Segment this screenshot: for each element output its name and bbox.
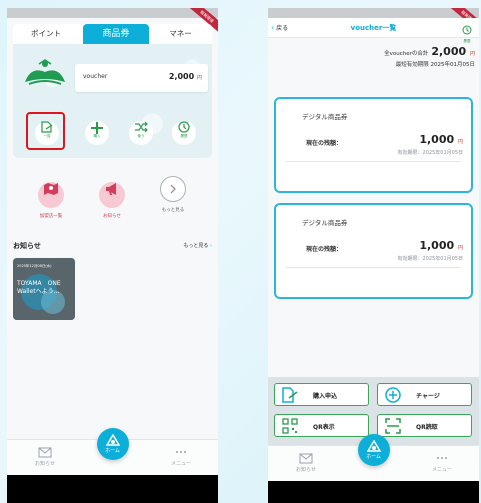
news-section-header: お知らせ もっと見る › xyxy=(13,241,212,253)
history-icon xyxy=(462,25,472,35)
voucher-expiry: 有効期限：2025年01月05日 xyxy=(397,150,463,156)
more-dots-icon xyxy=(437,457,447,459)
balance-amount: 1,000 円 xyxy=(419,239,463,252)
tab-menu[interactable]: メニュー xyxy=(416,452,468,473)
total-summary: 全voucherの合計 2,000 円 最短有効期限 2025年01月05日 xyxy=(384,45,475,68)
page-title: voucher一覧 xyxy=(350,24,397,32)
use-label: 使う xyxy=(137,134,145,138)
chevron-right-icon xyxy=(170,184,176,194)
balance-amount: 1,000 円 xyxy=(419,133,463,146)
qr-scan-button[interactable]: QR読取 xyxy=(377,414,472,437)
voucher-expiry: 有効期限：2025年01月05日 xyxy=(397,256,463,262)
more-link[interactable]: もっと見る xyxy=(151,176,195,213)
voucher-card[interactable]: デジタル商品券 現在の残額： 1,000 円 有効期限：2025年01月05日 xyxy=(274,203,473,299)
status-bar xyxy=(268,8,479,18)
bottom-tab-bar: お知らせ ホーム メニュー xyxy=(7,428,218,477)
divider xyxy=(286,161,461,162)
history-button[interactable]: 履歴 xyxy=(459,20,475,44)
voucher-balance-card[interactable]: voucher 2,000 円 xyxy=(75,64,208,92)
home-screen: 開発環境 ポイント 商品券 マネー voucher 2,000 円 一覧 購入 xyxy=(7,8,218,503)
voucher-card[interactable]: デジタル商品券 現在の残額： 1,000 円 有効期限：2025年01月05日 xyxy=(274,97,473,193)
history-icon xyxy=(178,121,190,133)
store-list-label: 加盟店一覧 xyxy=(39,214,63,219)
tab-notices[interactable]: お知らせ xyxy=(280,452,332,473)
use-button[interactable]: 使う xyxy=(129,117,153,145)
voucher-amount: 2,000 円 xyxy=(168,72,202,81)
tab-money[interactable]: マネー xyxy=(149,24,212,44)
tab-notices[interactable]: お知らせ xyxy=(19,446,71,467)
news-title: TOYAMA ONE Walletへよう… xyxy=(17,280,61,295)
tab-home[interactable]: ホーム xyxy=(357,434,390,466)
map-store-icon xyxy=(44,183,58,195)
earliest-expiry: 最短有効期限 2025年01月05日 xyxy=(395,62,475,68)
mail-icon xyxy=(38,447,52,458)
status-bar xyxy=(7,8,218,18)
header-bar: ‹ 戻る voucher一覧 履歴 xyxy=(268,18,479,43)
notices-label: お知らせ xyxy=(103,214,121,219)
news-section-title: お知らせ xyxy=(13,242,41,250)
system-nav-bar xyxy=(268,481,479,503)
divider xyxy=(286,267,461,268)
home-logo-icon xyxy=(366,440,381,452)
home-logo-icon xyxy=(105,434,120,446)
plus-icon xyxy=(91,122,103,134)
news-more-link[interactable]: もっと見る › xyxy=(183,242,212,249)
qr-scan-icon xyxy=(385,418,401,434)
shuffle-icon xyxy=(135,121,148,133)
more-dots-icon xyxy=(176,451,186,453)
more-label: もっと見る xyxy=(161,208,185,213)
list-highlight-box xyxy=(26,112,65,150)
wallet-tabs: ポイント 商品券 マネー xyxy=(13,24,212,44)
notices-link[interactable]: お知らせ xyxy=(90,176,134,219)
tab-points[interactable]: ポイント xyxy=(13,24,79,44)
history-label: 履歴 xyxy=(180,134,188,138)
voucher-label: voucher xyxy=(83,73,108,80)
megaphone-icon xyxy=(106,183,116,195)
voucher-list-screen: 開発環境 ‹ 戻る voucher一覧 履歴 全voucherの合計 2,000 … xyxy=(268,8,479,503)
plus-circle-icon xyxy=(385,387,401,403)
news-date: 2025年12月08日(水) xyxy=(17,264,52,268)
news-card[interactable]: 2025年12月08日(水) TOYAMA ONE Walletへよう… xyxy=(13,258,75,320)
voucher-name: デジタル商品券 xyxy=(302,219,348,227)
balance-label: 現在の残額： xyxy=(306,246,343,253)
purchase-button[interactable]: 購入 xyxy=(85,117,109,145)
balance-label: 現在の残額： xyxy=(306,140,343,147)
tab-menu[interactable]: メニュー xyxy=(155,446,207,467)
purchase-label: 購入 xyxy=(93,134,101,138)
store-list-link[interactable]: 加盟店一覧 xyxy=(29,176,73,219)
history-button[interactable]: 履歴 xyxy=(172,117,196,145)
charge-button[interactable]: チャージ xyxy=(377,383,472,406)
mascot-icon xyxy=(23,58,67,92)
tab-vouchers[interactable]: 商品券 xyxy=(83,24,149,44)
voucher-name: デジタル商品券 xyxy=(302,113,348,121)
quick-links: 加盟店一覧 お知らせ もっと見る xyxy=(13,176,212,226)
purchase-doc-icon xyxy=(282,387,298,403)
system-nav-bar xyxy=(7,475,218,503)
mail-icon xyxy=(299,453,313,464)
purchase-apply-button[interactable]: 購入申込 xyxy=(274,383,369,406)
tab-home[interactable]: ホーム xyxy=(96,428,129,460)
total-row: 全voucherの合計 2,000 円 xyxy=(384,45,475,58)
qr-code-icon xyxy=(282,418,298,434)
qr-show-button[interactable]: QR表示 xyxy=(274,414,369,437)
bottom-tab-bar: お知らせ ホーム メニュー xyxy=(268,434,479,483)
